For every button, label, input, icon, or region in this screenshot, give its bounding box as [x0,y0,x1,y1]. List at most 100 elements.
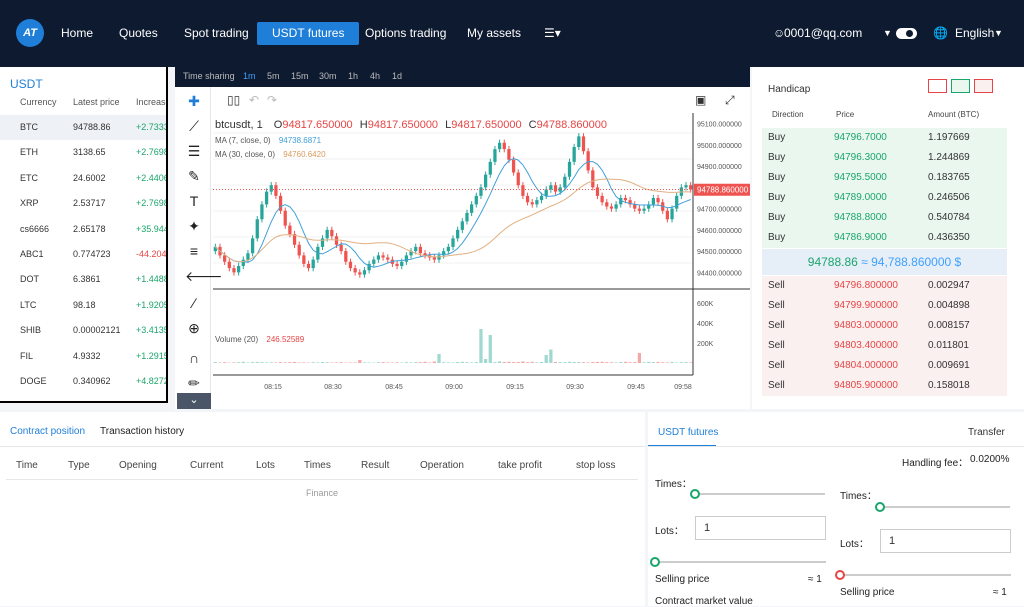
language-select[interactable]: English [955,22,994,45]
nav-options-trading[interactable]: Options trading [365,22,446,45]
market-row[interactable]: ABC10.774723-44.2043% [0,242,168,267]
lots-slider-left[interactable] [655,561,826,563]
sell-order-row[interactable]: Sell94805.9000000.158018 [762,376,1007,396]
order-direction: Buy [768,208,785,228]
times-slider-left-knob[interactable] [690,489,700,499]
buy-order-row[interactable]: Buy94788.80000.540784 [762,208,1007,228]
camera-icon[interactable]: ▣ [695,93,706,107]
transfer-link[interactable]: Transfer [968,427,1005,438]
brush-icon[interactable]: ✎ [185,167,203,185]
sell-order-row[interactable]: Sell94796.8000000.002947 [762,276,1007,296]
redo-icon[interactable]: ↷ [267,93,277,107]
nav-quotes[interactable]: Quotes [119,22,158,45]
ruler-icon[interactable]: ∕ [185,294,203,312]
market-row[interactable]: cs66662.65178+35.9448% [0,217,168,242]
buy-order-row[interactable]: Buy94796.70001.197669 [762,128,1007,148]
times-label-right: Times： [840,487,877,502]
candle-body [684,185,687,187]
interval-15m[interactable]: 15m [291,71,309,81]
tab-usdt-futures[interactable]: USDT futures [658,427,718,438]
sell-order-row[interactable]: Sell94803.4000000.011801 [762,336,1007,356]
sell-order-row[interactable]: Sell94804.0000000.009691 [762,356,1007,376]
volume-label: Volume (20) [215,335,258,344]
times-slider-right[interactable] [880,506,1010,508]
fullscreen-icon[interactable]: ⤢ [725,93,735,108]
globe-icon[interactable]: 🌐 [933,22,948,45]
book-sell-icon[interactable] [974,79,993,93]
times-slider-right-knob[interactable] [875,502,885,512]
market-row[interactable]: DOT6.3861+1.4488% [0,267,168,292]
lots-input-left[interactable]: 1 [695,516,826,540]
pencil-lock-icon[interactable]: ✏ [185,374,203,392]
volume-bar [675,363,678,364]
fork-icon[interactable]: ☰ [185,142,203,160]
levels-icon[interactable]: ≡ [185,242,203,260]
language-chevron-icon[interactable]: ▼ [994,22,1003,45]
candle-type-icon[interactable]: ▯▯ [227,93,240,107]
lots-slider-left-knob[interactable] [650,557,660,567]
magnet-icon[interactable]: ∩ [185,349,203,367]
ma30-label: MA (30, close, 0) [215,150,275,159]
volume-bar [293,362,296,363]
interval-30m[interactable]: 30m [319,71,337,81]
text-icon[interactable]: T [185,192,203,210]
buy-order-row[interactable]: Buy94786.90000.436350 [762,228,1007,248]
theme-toggle[interactable] [896,28,917,39]
book-both-icon[interactable] [928,79,947,93]
brand-logo[interactable]: AT [16,19,44,47]
sell-order-row[interactable]: Sell94799.9000000.004898 [762,296,1007,316]
buy-order-row[interactable]: Buy94796.30001.244869 [762,148,1007,168]
sell-order-row[interactable]: Sell94803.0000000.008157 [762,316,1007,336]
book-buy-icon[interactable] [951,79,970,93]
ma7-value: 94738.6871 [279,136,321,145]
market-row[interactable]: XRP2.53717+2.7698% [0,191,168,216]
undo-icon[interactable]: ↶ [249,93,259,107]
crosshair-icon[interactable]: ✚ [185,92,203,110]
nav-usdt-futures[interactable]: USDT futures [257,22,359,45]
market-row[interactable]: FIL4.9332+1.2915% [0,344,168,369]
interval-1h[interactable]: 1h [348,71,358,81]
interval-time-sharing[interactable]: Time sharing [183,71,235,81]
times-slider-left[interactable] [695,493,825,495]
interval-1m[interactable]: 1m [243,71,256,81]
nav-home[interactable]: Home [61,22,93,45]
trendline-icon[interactable]: ⟋ [185,117,203,135]
lots-input-right[interactable]: 1 [880,529,1011,553]
selling-price-right: Selling price [840,587,894,598]
user-account[interactable]: 0001@qq.com [784,22,862,45]
tab-transaction-history[interactable]: Transaction history [100,426,184,437]
order-price: 94795.5000 [834,168,887,188]
zoom-in-icon[interactable]: ⊕ [185,319,203,337]
candle-body [577,136,580,147]
market-row[interactable]: ETH3138.65+2.7698% [0,140,168,165]
tab-contract-position[interactable]: Contract position [10,426,85,437]
nav-spot-trading[interactable]: Spot trading [184,22,249,45]
interval-5m[interactable]: 5m [267,71,280,81]
buy-order-row[interactable]: Buy94789.00000.246506 [762,188,1007,208]
lots-slider-right-knob[interactable] [835,570,845,580]
volume-bar [493,362,496,363]
market-row[interactable]: LTC98.18+1.9205% [0,293,168,318]
market-row[interactable]: SHIB0.00002121+3.4135% [0,318,168,343]
candle-body [521,185,524,196]
pattern-icon[interactable]: ✦ [185,217,203,235]
interval-4h[interactable]: 4h [370,71,380,81]
market-row[interactable]: BTC94788.86+2.7333% [0,115,168,140]
order-direction: Buy [768,148,785,168]
volume-bar [367,363,370,364]
volume-bar [591,362,594,363]
market-row[interactable]: DOGE0.340962+4.8272% [0,369,168,394]
interval-1d[interactable]: 1d [392,71,402,81]
market-change: +1.9205% [136,293,168,318]
arrow-left-icon[interactable]: 🡐 [185,267,203,285]
market-row[interactable]: ETC24.6002+2.4406% [0,166,168,191]
market-price: 98.18 [73,293,96,318]
fee-label: Handling fee： [902,454,968,469]
nav-my-assets[interactable]: My assets [467,22,521,45]
chevron-down-icon[interactable]: ▼ [883,22,892,45]
candle-body [489,162,492,175]
lots-slider-right[interactable] [840,574,1011,576]
menu-icon[interactable]: ☰▾ [544,22,561,45]
buy-order-row[interactable]: Buy94795.50000.183765 [762,168,1007,188]
collapse-chevron-icon[interactable]: ⌄ [177,393,211,409]
